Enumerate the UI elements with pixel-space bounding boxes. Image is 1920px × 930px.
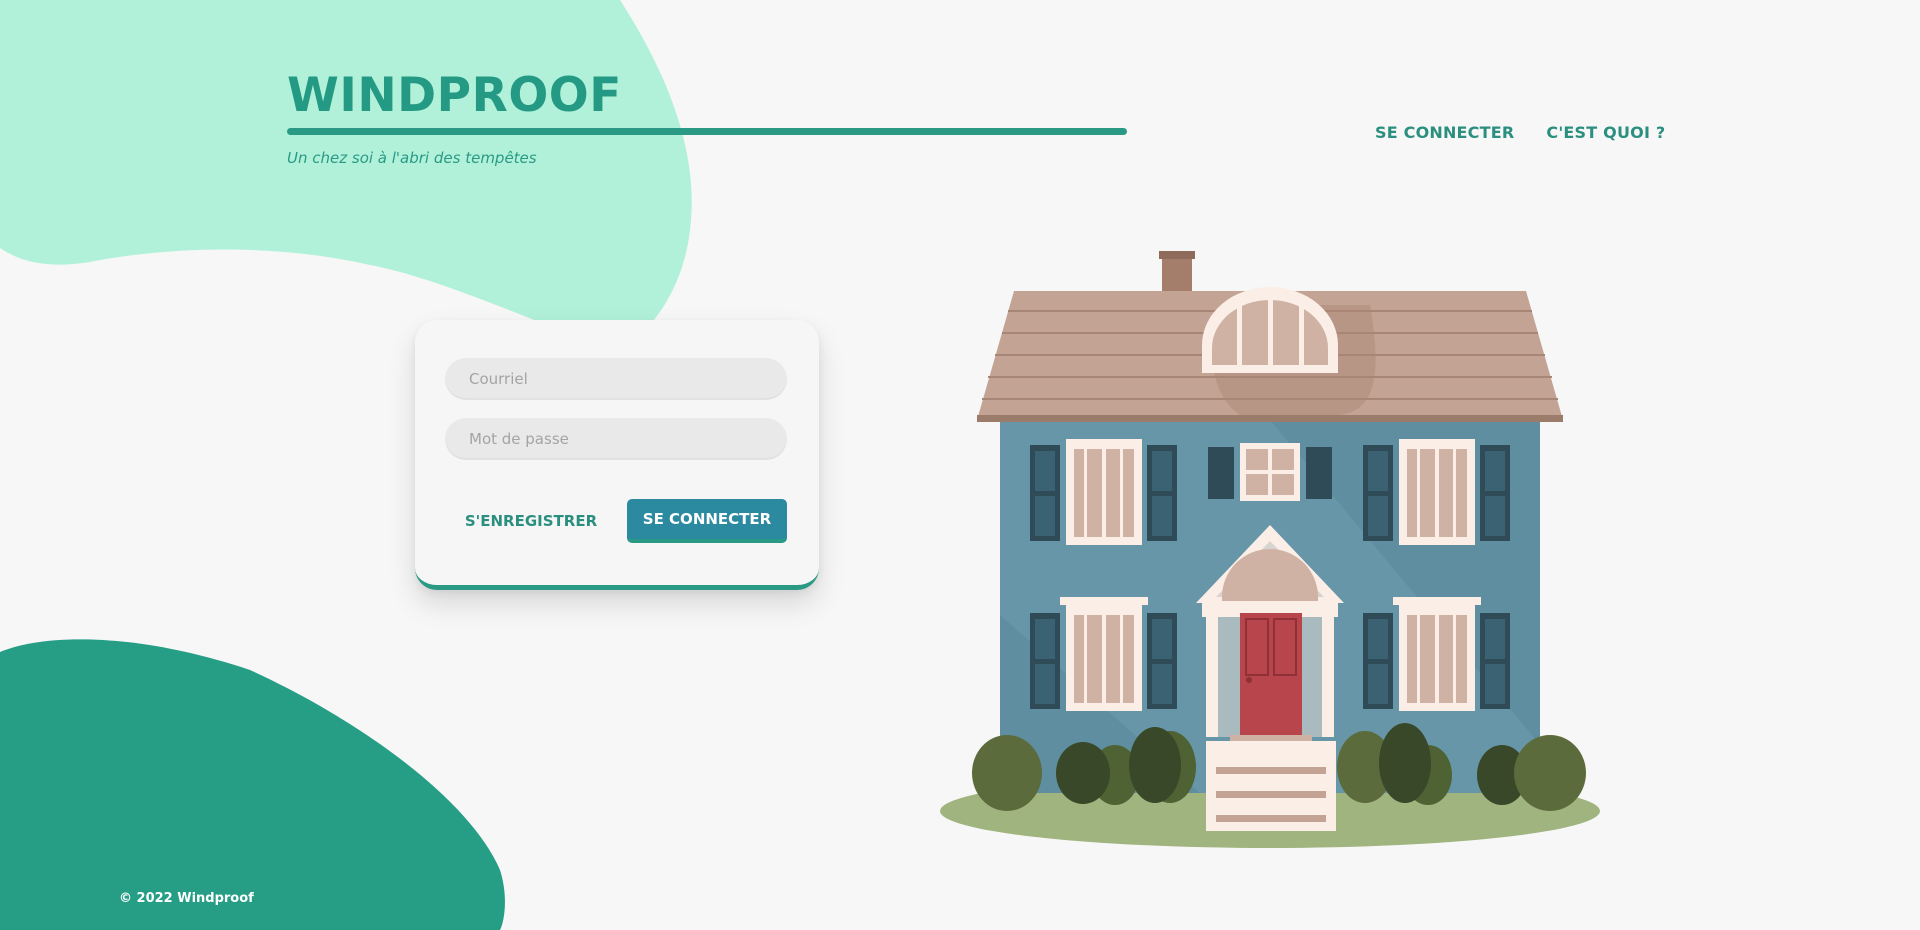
register-button[interactable]: S'ENREGISTRER <box>451 499 611 543</box>
password-field[interactable] <box>445 418 787 460</box>
brand-title: WINDPROOF <box>287 68 622 123</box>
brand: WINDPROOF <box>287 72 622 119</box>
decorative-blob-top <box>0 0 692 350</box>
decorative-blob-bottom <box>0 639 505 930</box>
brand-tagline: Un chez soi à l'abri des tempêtes <box>287 149 537 167</box>
login-button[interactable]: SE CONNECTER <box>627 499 787 543</box>
email-field[interactable] <box>445 358 787 400</box>
house-illustration <box>940 251 1600 848</box>
login-card: S'ENREGISTRER SE CONNECTER <box>415 320 819 590</box>
nav-login-link[interactable]: SE CONNECTER <box>1375 123 1514 142</box>
login-page: WINDPROOF Un chez soi à l'abri des tempê… <box>0 0 1920 930</box>
brand-underline <box>287 128 1127 135</box>
nav-about-link[interactable]: C'EST QUOI ? <box>1546 123 1665 142</box>
footer-copyright: © 2022 Windproof <box>119 891 254 906</box>
top-nav: SE CONNECTER C'EST QUOI ? <box>1375 123 1665 142</box>
